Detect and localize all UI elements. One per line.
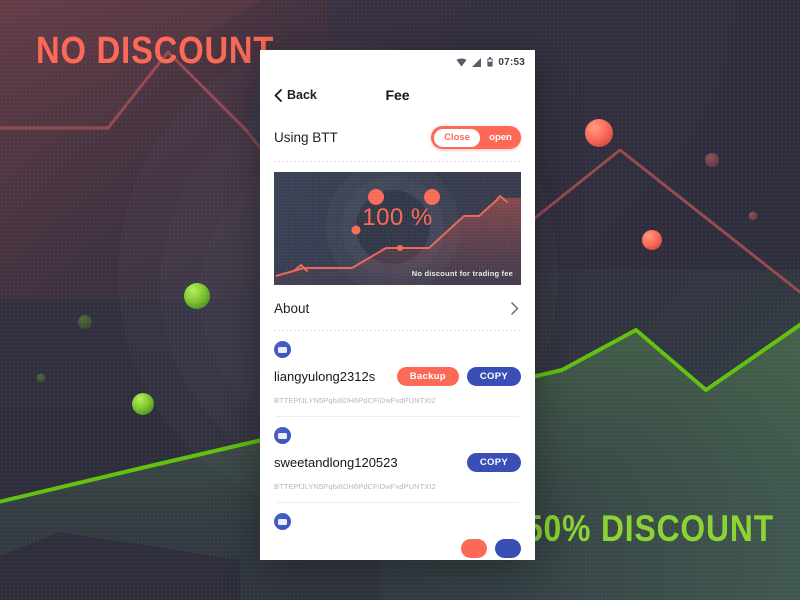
wallet-icon xyxy=(274,427,291,444)
discount-percent-label: 100 % xyxy=(362,204,433,231)
back-button[interactable]: Back xyxy=(274,88,317,102)
wallet-name: liangyulong2312s xyxy=(274,369,376,384)
backup-button[interactable]: Backup xyxy=(396,367,459,386)
about-label: About xyxy=(274,301,310,316)
wallet-address: BTTEPfJLYN5Pqbi6DH6PdCFiDwFxdPUNTXt2 xyxy=(274,396,436,405)
discount-chart-card: 100 % No discount for trading fee xyxy=(274,172,521,285)
dashed-divider xyxy=(274,161,521,162)
fifty-percent-discount-label: 50% DISCOUNT xyxy=(525,508,775,549)
chevron-left-icon xyxy=(274,88,282,102)
list-item[interactable]: sweetandlong120523 COPY BTTEPfJLYN5Pqbi6… xyxy=(260,417,535,503)
toggle-inactive-label[interactable]: open xyxy=(480,132,521,143)
toggle-knob[interactable]: Close xyxy=(434,128,480,147)
phone-mockup: 07:53 Back Fee Using BTT Close open 100 … xyxy=(260,50,535,560)
chevron-right-icon xyxy=(511,302,519,315)
poster-canvas: NO DISCOUNT 50% DISCOUNT 07:53 Back Fee … xyxy=(0,0,800,600)
list-item[interactable]: liangyulong2312s Backup COPY BTTEPfJLYN5… xyxy=(260,331,535,417)
back-label: Back xyxy=(287,88,317,102)
copy-button[interactable] xyxy=(495,539,521,558)
wallet-name: sweetandlong120523 xyxy=(274,455,398,470)
wifi-icon xyxy=(456,58,467,66)
copy-button[interactable]: COPY xyxy=(466,453,521,472)
backup-button[interactable] xyxy=(461,539,487,558)
nav-bar: Back Fee xyxy=(260,74,535,116)
toggle-active-label: Close xyxy=(444,132,470,143)
wallet-icon xyxy=(274,513,291,530)
wallet-address: BTTEPfJLYN5Pqbi6DH6PdCFiDwFxdPUNTXt2 xyxy=(274,482,436,491)
using-btt-label: Using BTT xyxy=(274,130,338,145)
battery-icon xyxy=(487,57,494,67)
copy-button[interactable]: COPY xyxy=(466,367,521,386)
using-btt-toggle[interactable]: Close open xyxy=(431,126,521,149)
wallet-icon xyxy=(274,341,291,358)
using-btt-row: Using BTT Close open xyxy=(260,116,535,161)
no-discount-label: NO DISCOUNT xyxy=(36,30,275,72)
signal-icon xyxy=(472,57,482,67)
about-row[interactable]: About xyxy=(260,285,535,330)
list-item[interactable] xyxy=(260,503,535,558)
discount-note-label: No discount for trading fee xyxy=(411,269,513,278)
status-bar-time: 07:53 xyxy=(498,56,525,68)
status-bar: 07:53 xyxy=(260,50,535,74)
